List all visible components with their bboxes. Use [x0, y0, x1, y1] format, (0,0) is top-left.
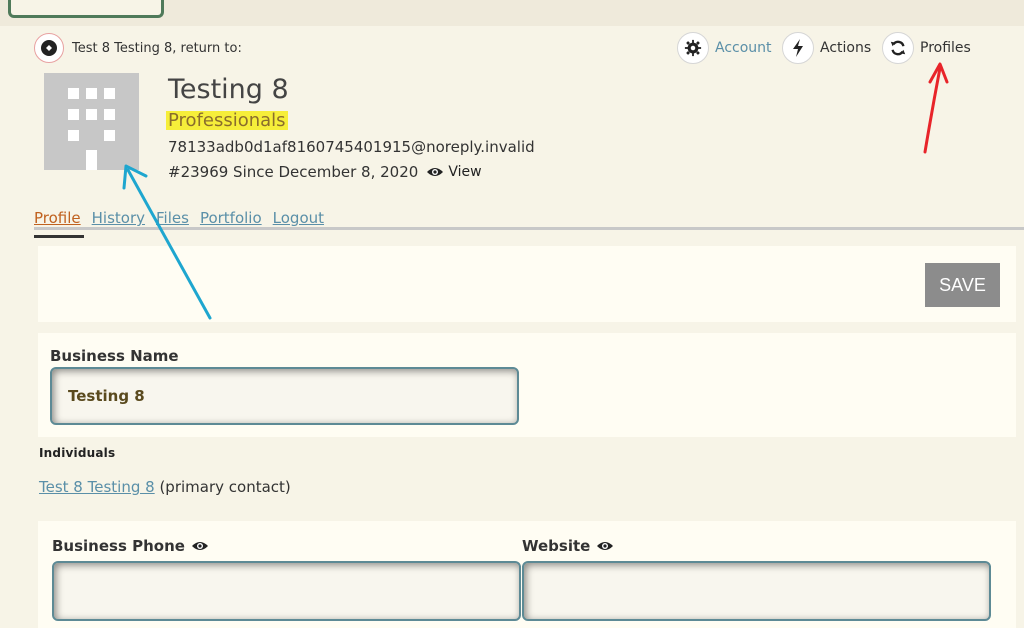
top-tab-box: [8, 0, 164, 18]
actions-nav[interactable]: Actions: [782, 32, 871, 64]
save-panel: SAVE: [38, 246, 1016, 322]
save-button[interactable]: SAVE: [925, 263, 1000, 307]
account-label[interactable]: Account: [715, 40, 772, 56]
profile-since-row: #23969 Since December 8, 2020 View: [168, 163, 482, 181]
eye-icon[interactable]: [191, 540, 209, 552]
profile-name: Testing 8: [168, 74, 289, 105]
website-label-row: Website: [522, 537, 614, 555]
view-label[interactable]: View: [448, 164, 481, 180]
individuals-heading: Individuals: [39, 446, 116, 460]
eye-icon[interactable]: [596, 540, 614, 552]
refresh-icon: [882, 32, 914, 64]
business-phone-label-row: Business Phone: [52, 537, 209, 555]
contact-fields-panel: Business Phone Website: [38, 521, 1016, 628]
bolt-icon: [782, 32, 814, 64]
website-input[interactable]: [522, 561, 991, 621]
view-link[interactable]: View: [426, 164, 482, 180]
profile-since: #23969 Since December 8, 2020: [168, 163, 419, 181]
primary-contact-link[interactable]: Test 8 Testing 8: [39, 478, 155, 496]
red-arrow-annotation: [923, 62, 949, 154]
business-name-input[interactable]: [50, 367, 519, 425]
tab-files[interactable]: Files: [156, 209, 189, 227]
actions-label[interactable]: Actions: [820, 40, 871, 56]
business-name-panel: Business Name: [38, 333, 1016, 437]
tab-logout[interactable]: Logout: [273, 209, 324, 227]
business-phone-label: Business Phone: [52, 537, 185, 555]
return-row: Test 8 Testing 8, return to:: [34, 33, 242, 63]
building-icon: [68, 88, 115, 170]
primary-contact-suffix: (primary contact): [159, 478, 291, 496]
gear-icon: [677, 32, 709, 64]
profile-type: Professionals: [166, 110, 288, 131]
account-nav[interactable]: Account: [677, 32, 772, 64]
avatar[interactable]: [44, 73, 139, 170]
website-label: Website: [522, 537, 591, 555]
return-icon[interactable]: [34, 33, 64, 63]
return-text: Test 8 Testing 8, return to:: [72, 40, 242, 56]
tab-divider: [34, 227, 1024, 230]
tab-history[interactable]: History: [92, 209, 145, 227]
eye-icon: [427, 168, 444, 176]
profile-email: 78133adb0d1af8160745401915@noreply.inval…: [168, 138, 535, 156]
profile-tabs: Profile History Files Portfolio Logout: [34, 209, 335, 227]
profiles-label[interactable]: Profiles: [920, 40, 971, 56]
business-phone-input[interactable]: [52, 561, 521, 621]
primary-contact-line: Test 8 Testing 8 (primary contact): [39, 478, 291, 496]
profiles-nav[interactable]: Profiles: [882, 32, 971, 64]
business-name-label: Business Name: [50, 347, 179, 365]
active-tab-indicator: [34, 235, 84, 238]
tab-profile[interactable]: Profile: [34, 209, 81, 227]
tab-portfolio[interactable]: Portfolio: [200, 209, 262, 227]
